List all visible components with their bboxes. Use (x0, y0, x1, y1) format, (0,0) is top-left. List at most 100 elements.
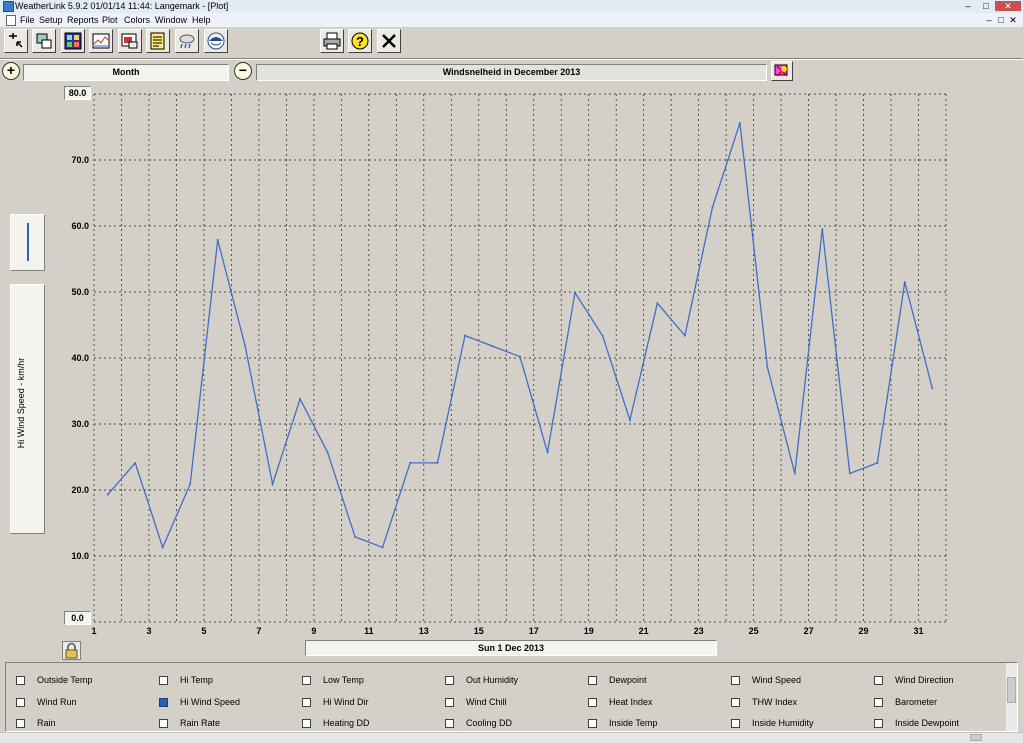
window-title: WeatherLink 5.9.2 01/01/14 11:44: Langem… (15, 1, 229, 11)
checkbox-rain-rate[interactable] (159, 719, 168, 728)
data-point (573, 291, 576, 294)
checkbox-heating-dd[interactable] (302, 719, 311, 728)
y-tick-label: 20.0 (71, 485, 89, 495)
vertical-scrollbar[interactable] (1006, 663, 1017, 731)
checkbox-label[interactable]: Inside Dewpoint (895, 718, 959, 728)
checkbox-hi-wind-dir[interactable] (302, 698, 311, 707)
checkbox-label[interactable]: Rain Rate (180, 718, 220, 728)
bulletin-button[interactable] (32, 29, 56, 53)
checkbox-label[interactable]: Out Humidity (466, 675, 518, 685)
weather-button[interactable] (175, 29, 199, 53)
checkbox-label[interactable]: Hi Wind Speed (180, 697, 240, 707)
checkbox-label[interactable]: Dewpoint (609, 675, 647, 685)
checkbox-label[interactable]: Inside Humidity (752, 718, 814, 728)
checkbox-label[interactable]: Wind Speed (752, 675, 801, 685)
checkbox-wind-chill[interactable] (445, 698, 454, 707)
checkbox-label[interactable]: Low Temp (323, 675, 364, 685)
data-point (106, 493, 109, 496)
checkbox-label[interactable]: Inside Temp (609, 718, 657, 728)
y-tick-label: 70.0 (71, 155, 89, 165)
checkbox-label[interactable]: Wind Direction (895, 675, 954, 685)
wind-speed-chart: 10.0 20.0 30.0 40.0 50.0 60.0 70.0 (71, 93, 947, 623)
checkbox-wind-direction[interactable] (874, 676, 883, 685)
menu-setup[interactable]: Setup (39, 13, 63, 27)
close-plot-button[interactable] (377, 29, 401, 53)
checkbox-inside-humidity[interactable] (731, 719, 740, 728)
checkbox-barometer[interactable] (874, 698, 883, 707)
checkbox-wind-run[interactable] (16, 698, 25, 707)
plot-button[interactable] (118, 29, 142, 53)
zoom-in-icon: + (6, 62, 16, 78)
checkbox-outside-temp[interactable] (16, 676, 25, 685)
checkbox-inside-temp[interactable] (588, 719, 597, 728)
zoom-in-button[interactable]: + (2, 62, 20, 80)
menu-reports[interactable]: Reports (67, 13, 99, 27)
checkbox-label[interactable]: Heating DD (323, 718, 370, 728)
data-point (656, 302, 659, 305)
x-axis-ticks: 1 3 5 7 9 11 13 15 17 19 21 23 25 27 29 31 (91, 626, 923, 636)
checkbox-heat-index[interactable] (588, 698, 597, 707)
strip-chart-button[interactable] (89, 29, 113, 53)
data-point (903, 281, 906, 284)
menu-window[interactable]: Window (155, 13, 187, 27)
series-color-swatch[interactable] (10, 214, 45, 271)
zoom-out-button[interactable]: − (234, 62, 252, 80)
strip-chart-icon (92, 33, 110, 49)
checkbox-thw-index[interactable] (731, 698, 740, 707)
menu-colors[interactable]: Colors (124, 13, 150, 27)
period-field[interactable]: Month (23, 64, 229, 81)
plot-color-button[interactable] (771, 61, 793, 81)
checkbox-label[interactable]: THW Index (752, 697, 797, 707)
checkbox-low-temp[interactable] (302, 676, 311, 685)
notes-button[interactable] (146, 29, 170, 53)
checkbox-label[interactable]: Barometer (895, 697, 937, 707)
checkbox-hi-wind-speed[interactable] (159, 698, 168, 707)
checkbox-wind-speed[interactable] (731, 676, 740, 685)
close-window-button[interactable]: ✕ (995, 1, 1021, 11)
menu-help[interactable]: Help (192, 13, 211, 27)
checkbox-label[interactable]: Wind Run (37, 697, 77, 707)
mdi-close-button[interactable]: ✕ (1008, 14, 1018, 26)
data-point (161, 546, 164, 549)
data-point (244, 345, 247, 348)
app-icon (3, 1, 14, 12)
vertical-scroll-thumb[interactable] (1007, 677, 1016, 703)
lock-button[interactable] (62, 641, 81, 660)
checkbox-rain[interactable] (16, 719, 25, 728)
checkbox-label[interactable]: Hi Temp (180, 675, 213, 685)
checkbox-cooling-dd[interactable] (445, 719, 454, 728)
checkbox-label[interactable]: Hi Wind Dir (323, 697, 369, 707)
checkbox-out-humidity[interactable] (445, 676, 454, 685)
summary-button[interactable] (61, 29, 85, 53)
checkbox-label[interactable]: Outside Temp (37, 675, 92, 685)
plot-title-field[interactable]: Windsnelheid in December 2013 (256, 64, 767, 81)
checkbox-hi-temp[interactable] (159, 676, 168, 685)
help-button[interactable]: ? (348, 29, 372, 53)
print-button[interactable] (320, 29, 344, 53)
y-min-field[interactable]: 0.0 (64, 611, 91, 625)
horizontal-scroll-thumb[interactable] (970, 734, 982, 741)
data-point (738, 122, 741, 125)
minimize-button[interactable]: – (960, 1, 976, 11)
menu-plot[interactable]: Plot (102, 13, 118, 27)
mdi-restore-button[interactable]: □ (996, 14, 1006, 26)
menu-file[interactable]: File (20, 13, 35, 27)
checkbox-inside-dewpoint[interactable] (874, 719, 883, 728)
horizontal-scrollbar[interactable] (0, 732, 1023, 743)
maximize-button[interactable]: □ (978, 1, 994, 11)
checkbox-label[interactable]: Cooling DD (466, 718, 512, 728)
y-max-field[interactable]: 80.0 (64, 86, 91, 100)
y-axis-label-panel[interactable]: Hi Wind Speed - km/hr (10, 284, 45, 534)
checkbox-label[interactable]: Wind Chill (466, 697, 507, 707)
checkbox-label[interactable]: Rain (37, 718, 56, 728)
x-tick-label: 21 (639, 626, 649, 636)
weather-icon (179, 34, 195, 49)
mdi-minimize-button[interactable]: – (984, 14, 994, 26)
checkbox-dewpoint[interactable] (588, 676, 597, 685)
x-tick-label: 5 (201, 626, 206, 636)
select-station-button[interactable] (4, 29, 28, 53)
summary-icon (64, 32, 82, 50)
checkbox-label[interactable]: Heat Index (609, 697, 653, 707)
toolbar: ? (0, 27, 1023, 60)
noaa-button[interactable] (204, 29, 228, 53)
